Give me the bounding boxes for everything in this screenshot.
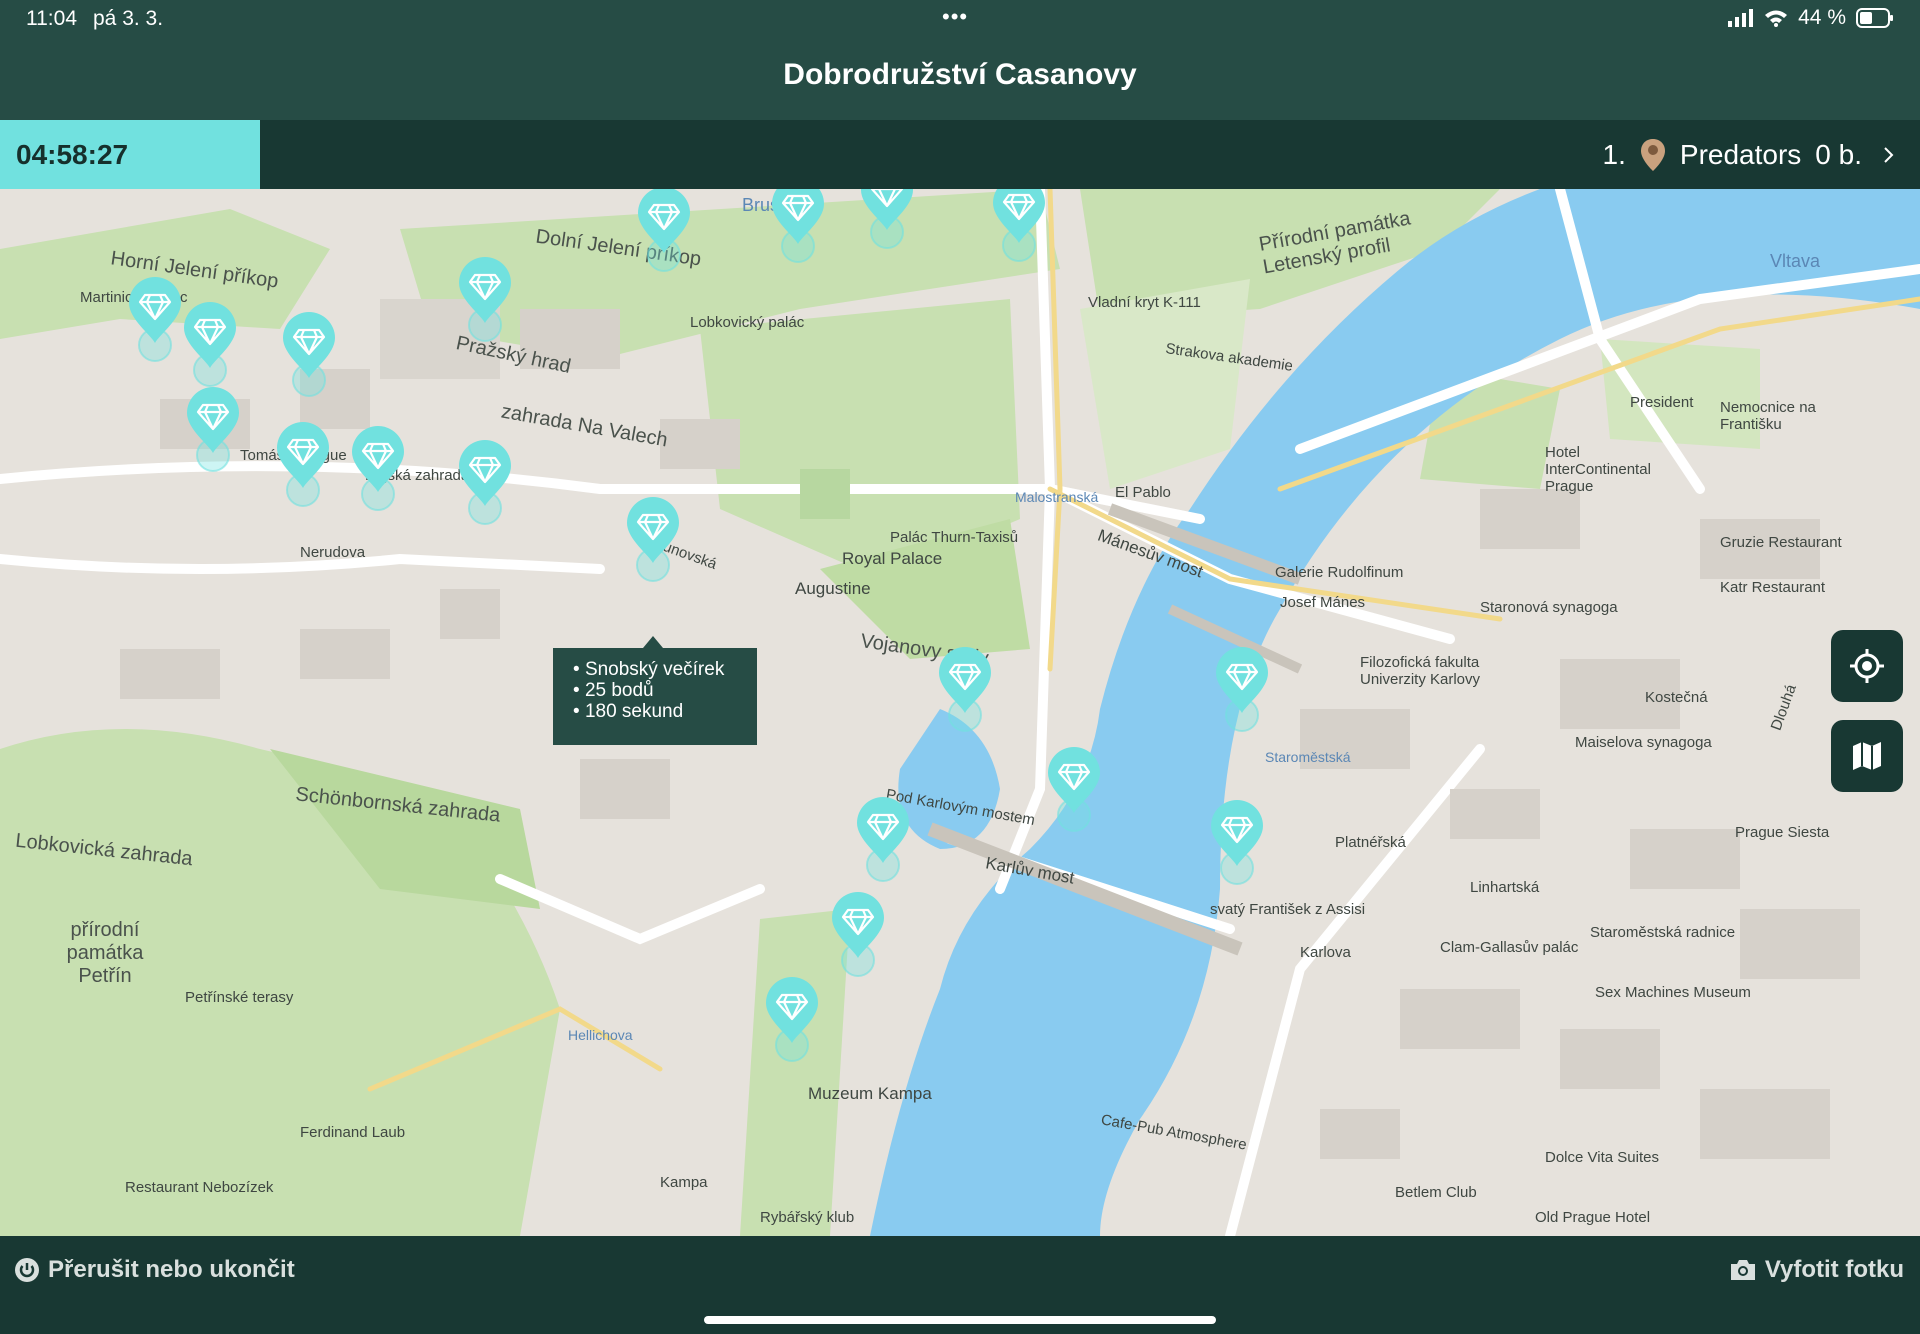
map-label: Palác Thurn-Taxisů [890,529,1019,546]
map-label: Nerudova [300,544,366,561]
map-label: Hotel InterContinental Prague [1545,444,1651,495]
map-label: Restaurant Nebozízek [125,1179,274,1196]
diamond-pin-icon[interactable] [768,189,828,264]
status-date: pá 3. 3. [93,7,164,30]
map-label: Old Prague Hotel [1535,1209,1651,1226]
diamond-pin-icon[interactable] [180,300,240,388]
diamond-pin-icon[interactable] [125,275,185,363]
map-label: Karlova [1300,944,1351,961]
diamond-pin-icon[interactable] [183,385,243,473]
map-label: El Pablo [1115,484,1171,501]
map-label: Linhartská [1470,879,1540,896]
chevron-right-icon[interactable] [1876,143,1900,167]
battery-percent: 44 % [1798,6,1846,29]
team-rank: 1. [1602,138,1626,170]
location-pin-icon [1640,138,1665,171]
map-label: Katr Restaurant [1720,579,1826,596]
map-label: Staronová synagoga [1480,599,1618,616]
crosshair-icon [1850,649,1884,683]
diamond-pin-icon[interactable] [273,420,333,508]
multitask-dots[interactable]: ••• [942,4,968,30]
map-label: Vltava [1770,251,1821,271]
map-label: Sex Machines Museum [1595,984,1751,1001]
diamond-pin-icon[interactable] [1207,798,1267,886]
map-label: Kostečná [1645,689,1708,706]
bottom-bar: Přerušit nebo ukončit Vyfotit fotku [0,1236,1920,1334]
status-bar: 11:04 pá 3. 3. ••• 44 % [0,0,1920,40]
map-label: Betlem Club [1395,1184,1477,1201]
diamond-pin-icon[interactable] [455,255,515,343]
diamond-pin-icon[interactable] [634,189,694,273]
diamond-pin-icon[interactable] [455,438,515,526]
map-label: Royal Palace [842,549,943,568]
map-label: Vladní kryt K-111 [1088,294,1201,311]
map-icon [1853,742,1881,770]
map-label: Hellichova [568,1027,633,1043]
power-icon [15,1258,39,1282]
wifi-icon [1765,10,1788,27]
countdown-timer: 04:58:27 [0,120,260,189]
map-label: Muzeum Kampa [808,1084,932,1103]
map-label: Dolce Vita Suites [1545,1149,1659,1166]
map-label: Ferdinand Laub [300,1124,406,1141]
map-label: Malostranská [1015,489,1099,505]
team-ranking[interactable]: 1. Predators 0 b. [1603,120,1900,189]
map-label: Gruzie Restaurant [1720,534,1842,551]
take-photo-button[interactable]: Vyfotit fotku [1729,1256,1904,1284]
team-points: 0 b. [1815,138,1862,170]
map-label: Augustine [795,579,871,598]
diamond-pin-icon[interactable] [828,890,888,978]
map-label: Josef Mánes [1280,594,1366,611]
diamond-pin-icon[interactable] [989,189,1049,263]
map-label: President [1630,394,1694,411]
map-label: Nemocnice na Františku [1720,399,1816,433]
map-label: Platnéřská [1335,834,1406,851]
map-label: Kampa [660,1174,708,1191]
diamond-pin-icon[interactable] [348,424,408,512]
diamond-pin-icon[interactable] [762,975,822,1063]
game-map[interactable]: Horní Jelení příkop Dolní Jelení příkop … [0,189,1920,1236]
map-label: Staroměstská [1265,749,1351,765]
diamond-pin-icon[interactable] [1044,745,1104,833]
tooltip-name: Snobský večírek [573,659,757,680]
quit-label: Přerušit nebo ukončit [48,1256,295,1283]
home-indicator[interactable] [704,1316,1216,1324]
diamond-pin-icon[interactable] [1212,645,1272,733]
diamond-pin-icon[interactable] [853,795,913,883]
map-label: Staroměstská radnice [1590,924,1736,941]
map-label: přírodní památka Petřín [66,919,144,987]
map-layers-button[interactable] [1831,720,1903,792]
map-label: Petřínské terasy [185,989,294,1006]
diamond-pin-icon[interactable] [623,495,683,583]
info-bar: 04:58:27 1. Predators 0 b. [0,120,1920,189]
map-label: Maiselova synagoga [1575,734,1712,751]
status-icons: 44 % [1728,6,1894,30]
status-time: 11:04 [26,7,77,30]
quit-button[interactable]: Přerušit nebo ukončit [14,1256,295,1284]
checkpoint-tooltip[interactable]: Snobský večírek 25 bodů 180 sekund [553,636,757,745]
map-label: Filozofická fakulta Univerzity Karlovy [1360,654,1481,688]
map-label: svatý František z Assisi [1210,901,1366,918]
camera-icon [1730,1260,1755,1280]
tooltip-duration: 180 sekund [573,701,757,722]
diamond-pin-icon[interactable] [857,189,917,250]
map-label: Rybářský klub [760,1209,855,1226]
page-title: Dobrodružství Casanovy [783,58,1137,91]
signal-icon [1728,9,1754,27]
diamond-pin-icon[interactable] [935,645,995,733]
map-label: Galerie Rudolfinum [1275,564,1404,581]
diamond-pin-icon[interactable] [279,310,339,398]
app-header: Dobrodružství Casanovy [0,40,1920,120]
battery-icon [1856,8,1893,28]
map-label: Clam-Gallasův palác [1440,939,1579,956]
photo-label: Vyfotit fotku [1764,1256,1904,1283]
map-label: Prague Siesta [1735,824,1830,841]
tooltip-points: 25 bodů [573,680,757,701]
team-name: Predators [1679,138,1802,170]
map-label: Lobkovický palác [690,314,805,331]
locate-button[interactable] [1831,630,1903,702]
